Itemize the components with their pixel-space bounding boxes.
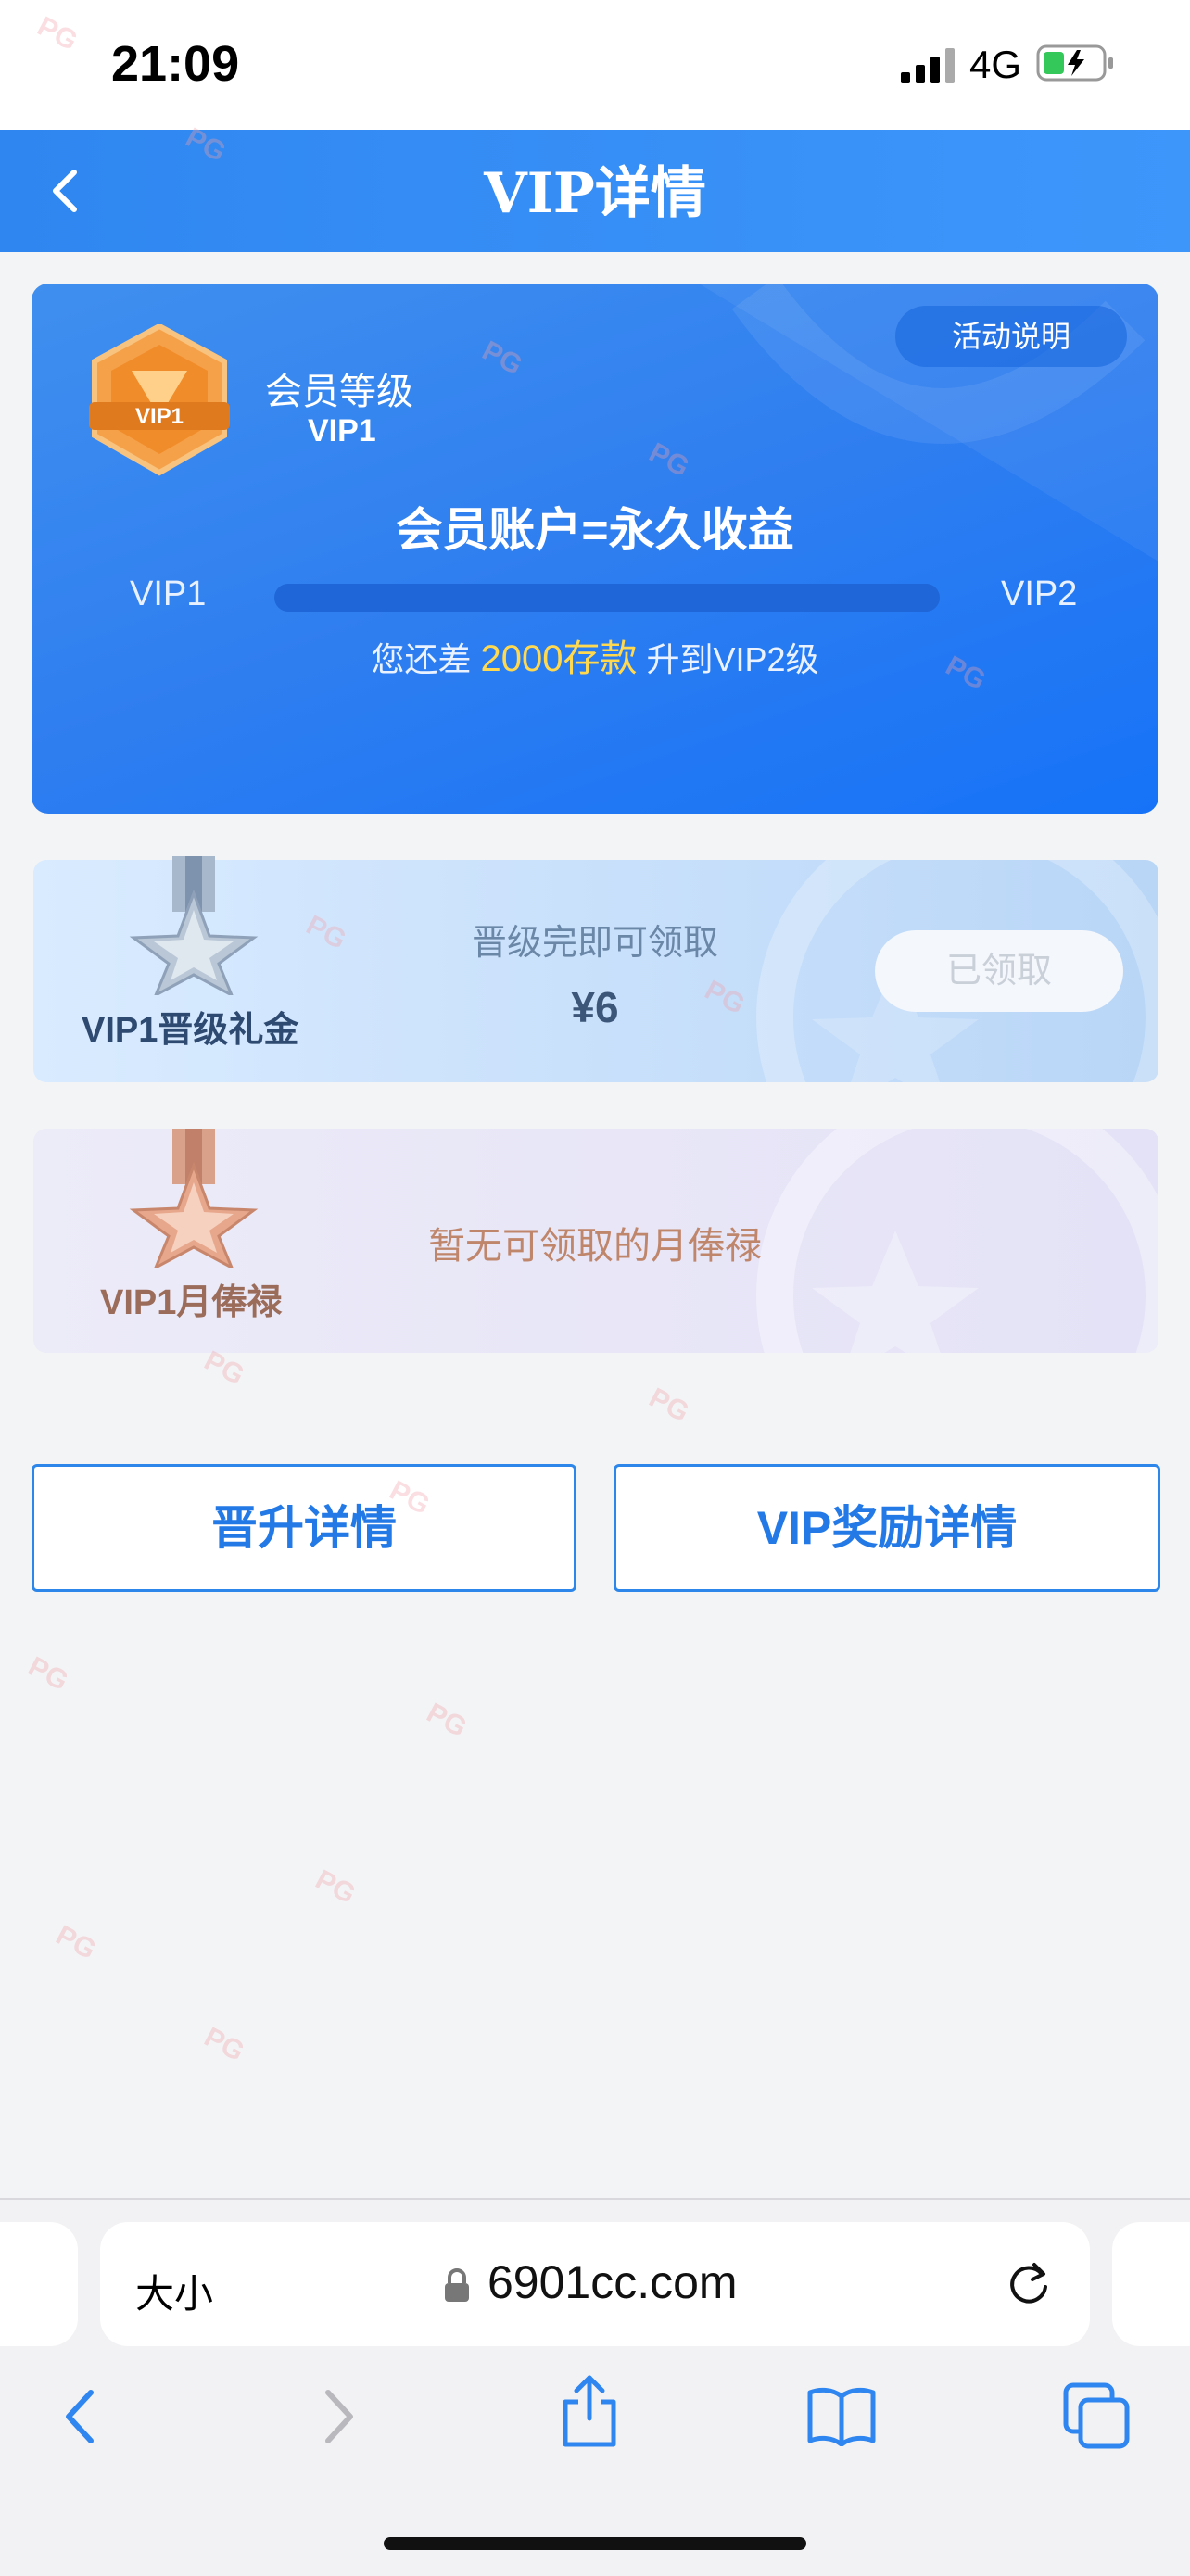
activity-info-button[interactable]: 活动说明 [895, 306, 1127, 367]
browser-back-icon[interactable] [57, 2383, 104, 2453]
watermark: PG [422, 1697, 472, 1744]
battery-icon [1036, 43, 1116, 88]
network-label: 4G [969, 43, 1022, 86]
watermark: PG [51, 1919, 101, 1966]
member-level-label: 会员等级 [265, 372, 413, 412]
member-level-value: VIP1 [308, 413, 376, 448]
home-indicator [384, 2537, 806, 2550]
level-progress-bar [274, 584, 940, 612]
share-icon[interactable] [556, 2372, 623, 2455]
page-title: VIP详情 [484, 161, 706, 226]
url-text[interactable]: 6901cc.com [487, 2255, 738, 2309]
next-level-label: VIP2 [1001, 575, 1078, 613]
vip-reward-details-button[interactable]: VIP奖励详情 [614, 1464, 1160, 1592]
text-size-button[interactable]: 大小 [135, 2263, 213, 2319]
watermark: PG [644, 1382, 694, 1429]
previous-tab[interactable] [0, 2222, 78, 2346]
vip-slogan: 会员账户=永久收益 [396, 504, 794, 556]
bookmarks-icon[interactable] [806, 2385, 877, 2451]
watermark: PG [23, 1650, 73, 1698]
diff-amount: 2000存款 [480, 638, 638, 679]
watermark: PG [310, 1863, 361, 1911]
next-tab[interactable] [1112, 2222, 1190, 2346]
status-time: 21:09 [111, 36, 240, 92]
diff-prefix: 您还差 [371, 640, 472, 678]
lock-icon [443, 2267, 471, 2308]
upgrade-requirement: 您还差 2000存款 升到VIP2级 [0, 628, 1190, 682]
claimed-button[interactable]: 已领取 [875, 930, 1123, 1012]
tabs-icon[interactable] [1062, 2381, 1131, 2455]
browser-forward-icon[interactable] [315, 2383, 361, 2453]
reload-icon[interactable] [1003, 2257, 1055, 2314]
diff-suffix: 升到VIP2级 [646, 640, 819, 678]
watermark: PG [199, 2021, 249, 2068]
salary-name: VIP1月俸禄 [100, 1283, 283, 1322]
promotion-details-button[interactable]: 晋升详情 [32, 1464, 576, 1592]
vip-badge-icon: VIP1 [85, 322, 234, 482]
current-level-label: VIP1 [130, 575, 207, 613]
badge-text: VIP1 [135, 404, 184, 429]
salary-message: 暂无可领取的月俸禄 [428, 1226, 762, 1267]
signal-icon [901, 48, 958, 90]
